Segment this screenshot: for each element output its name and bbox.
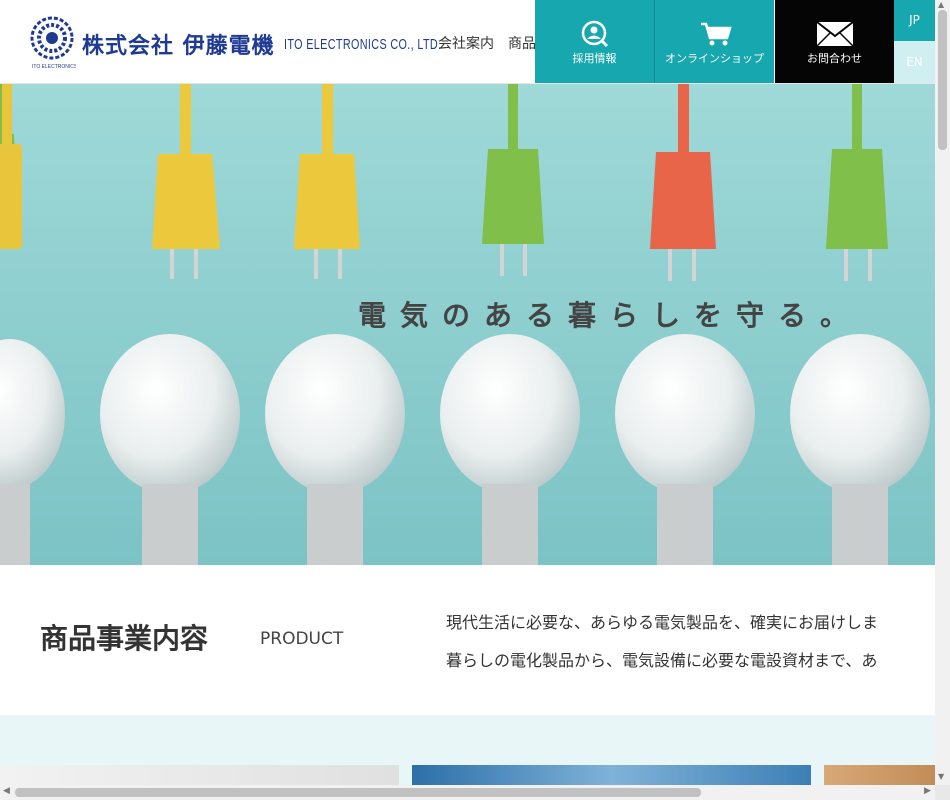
lang-en-button[interactable]: EN <box>894 41 935 83</box>
company-logo[interactable]: ITO ELECTRONICS 株式会社 伊藤電機 ITO ELECTRONIC… <box>30 16 441 72</box>
product-card-1[interactable] <box>0 765 399 785</box>
hero-tagline: 電気のある暮らしを守る。 <box>358 299 863 332</box>
nav-item-company[interactable]: 会社案内 <box>438 36 494 52</box>
horizontal-scrollbar[interactable]: ◀ ▶ <box>0 785 935 800</box>
product-card-3[interactable] <box>824 765 935 785</box>
logo-english-name: ITO ELECTRONICS CO., LTD. <box>284 36 442 53</box>
product-description-line-1: 現代生活に必要な、あらゆる電気製品を、確実にお届けしま <box>446 613 879 632</box>
hero-image: 電気のある暮らしを守る。 <box>0 84 935 565</box>
product-section-title: 商品事業内容 <box>40 622 209 655</box>
online-shop-button[interactable]: オンラインショップ <box>655 0 774 83</box>
contact-label: お問合わせ <box>807 52 862 65</box>
vertical-scrollbar[interactable]: ▲ ▼ <box>935 0 950 785</box>
horizontal-scroll-thumb[interactable] <box>15 788 701 797</box>
recruit-label: 採用情報 <box>572 52 617 65</box>
envelope-icon <box>816 21 854 47</box>
global-nav: 会社案内 商品 <box>438 33 550 53</box>
online-shop-label: オンラインショップ <box>665 52 764 65</box>
scrollbar-corner <box>935 785 950 800</box>
product-section: 商品事業内容 PRODUCT 現代生活に必要な、あらゆる電気製品を、確実にお届け… <box>0 565 935 715</box>
product-description-line-2: 暮らしの電化製品から、電気設備に必要な電設資材まで、あ <box>446 651 878 670</box>
scroll-up-arrow-icon[interactable]: ▲ <box>938 0 944 9</box>
site-header: ITO ELECTRONICS 株式会社 伊藤電機 ITO ELECTRONIC… <box>0 0 935 84</box>
scroll-down-arrow-icon[interactable]: ▼ <box>938 772 944 781</box>
svg-text:ITO ELECTRONICS: ITO ELECTRONICS <box>32 64 76 70</box>
product-cards-area <box>0 715 935 785</box>
person-search-icon <box>581 20 609 48</box>
contact-button[interactable]: お問合わせ <box>775 0 894 83</box>
nav-item-products[interactable]: 商品 <box>508 36 536 52</box>
logo-emblem-icon: ITO ELECTRONICS <box>30 16 76 70</box>
vertical-scroll-thumb[interactable] <box>938 10 947 150</box>
lang-jp-button[interactable]: JP <box>894 0 935 41</box>
shopping-cart-icon <box>701 22 732 46</box>
scroll-right-arrow-icon[interactable]: ▶ <box>924 786 931 796</box>
scroll-left-arrow-icon[interactable]: ◀ <box>3 786 10 796</box>
product-card-2[interactable] <box>412 765 811 785</box>
product-section-subtitle: PRODUCT <box>260 629 344 649</box>
logo-japanese-name: 株式会社 伊藤電機 <box>82 34 275 59</box>
recruit-button[interactable]: 採用情報 <box>535 0 655 83</box>
